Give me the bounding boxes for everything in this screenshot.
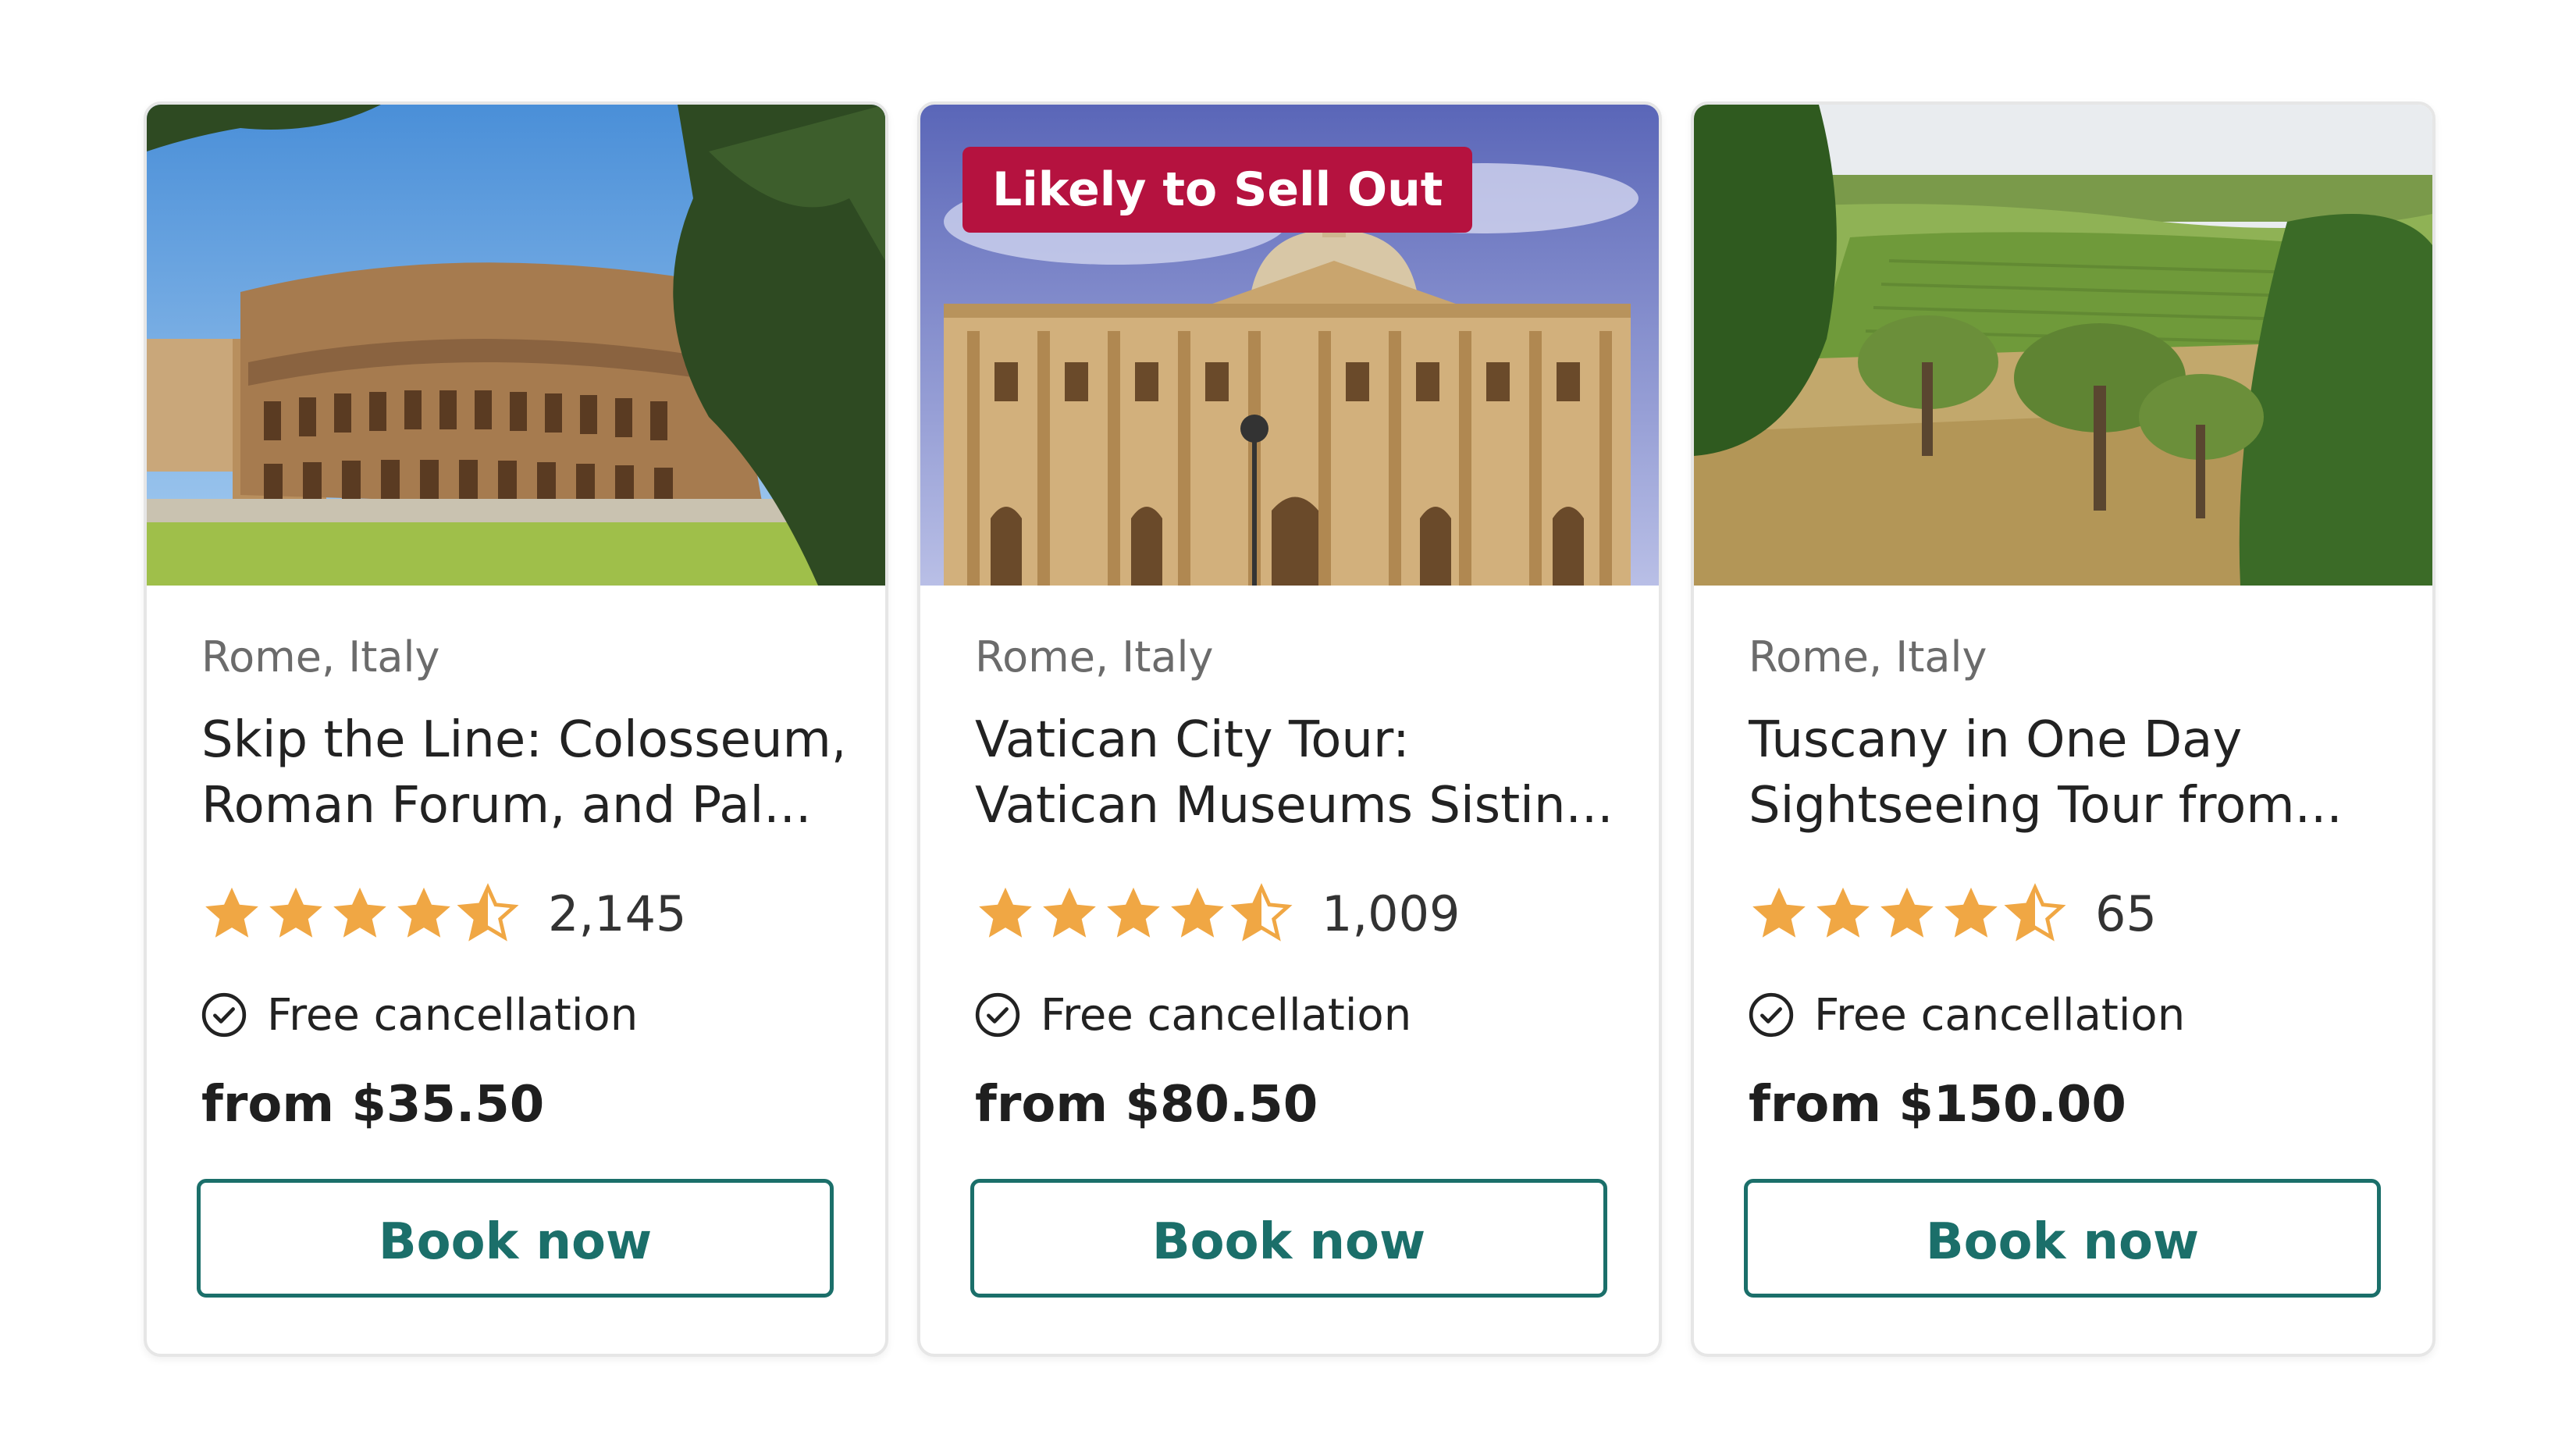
star-full-icon: [1747, 881, 1811, 945]
tour-image-tuscany[interactable]: [1694, 105, 2432, 586]
tour-title[interactable]: Skip the Line: Colosseum, Roman Forum, a…: [201, 707, 841, 838]
tour-title-line1: Vatican City Tour:: [975, 711, 1410, 769]
tour-title-line2: Vatican Museums Sistin...: [975, 777, 1614, 835]
location-label: Rome, Italy: [975, 632, 1214, 682]
book-now-button[interactable]: Book now: [970, 1179, 1607, 1298]
star-half-icon: [2003, 881, 2067, 945]
tour-image-vatican[interactable]: Likely to Sell Out: [920, 105, 1659, 586]
tour-title-line2: Sightseeing Tour from...: [1749, 777, 2343, 835]
star-full-icon: [1875, 881, 1939, 945]
card-body: Rome, Italy Vatican City Tour: Vatican M…: [970, 586, 1614, 1354]
likely-to-sell-out-badge: Likely to Sell Out: [962, 147, 1473, 233]
star-rating: [1747, 881, 2067, 945]
price-label: from $150.00: [1749, 1076, 2126, 1134]
tour-title-line2: Roman Forum, and Pal...: [201, 777, 812, 835]
star-full-icon: [973, 881, 1037, 945]
tour-title-line1: Skip the Line: Colosseum,: [201, 711, 841, 769]
location-label: Rome, Italy: [201, 632, 440, 682]
free-cancellation: Free cancellation: [1747, 984, 2185, 1046]
colosseum-photo: [147, 105, 885, 586]
star-full-icon: [200, 881, 264, 945]
star-full-icon: [1037, 881, 1101, 945]
review-count: 65: [2095, 885, 2157, 942]
review-count: 1,009: [1322, 885, 1461, 942]
location-label: Rome, Italy: [1749, 632, 1987, 682]
check-circle-icon: [1747, 991, 1795, 1039]
rating: 1,009: [973, 878, 1461, 949]
tour-card-list: Rome, Italy Skip the Line: Colosseum, Ro…: [0, 0, 2576, 1449]
card-body: Rome, Italy Skip the Line: Colosseum, Ro…: [197, 586, 841, 1354]
free-cancellation: Free cancellation: [200, 984, 638, 1046]
tour-title-line1: Tuscany in One Day: [1749, 711, 2243, 769]
star-rating: [200, 881, 520, 945]
tour-title[interactable]: Tuscany in One Day Sightseeing Tour from…: [1749, 707, 2389, 838]
book-now-button[interactable]: Book now: [197, 1179, 834, 1298]
rating: 2,145: [200, 878, 687, 949]
cancellation-label: Free cancellation: [1041, 989, 1412, 1041]
star-full-icon: [1101, 881, 1165, 945]
rating: 65: [1747, 878, 2157, 949]
cancellation-label: Free cancellation: [267, 989, 639, 1041]
star-rating: [973, 881, 1293, 945]
star-full-icon: [328, 881, 392, 945]
book-now-button[interactable]: Book now: [1744, 1179, 2381, 1298]
tour-title[interactable]: Vatican City Tour: Vatican Museums Sisti…: [975, 707, 1615, 838]
star-full-icon: [1939, 881, 2003, 945]
star-half-icon: [456, 881, 520, 945]
tour-card-colosseum[interactable]: Rome, Italy Skip the Line: Colosseum, Ro…: [144, 101, 888, 1357]
tuscany-photo: [1694, 105, 2432, 586]
price-label: from $35.50: [201, 1076, 545, 1134]
star-full-icon: [392, 881, 456, 945]
card-body: Rome, Italy Tuscany in One Day Sightseei…: [1744, 586, 2381, 1354]
star-full-icon: [264, 881, 328, 945]
review-count: 2,145: [548, 885, 687, 942]
check-circle-icon: [973, 991, 1022, 1039]
tour-image-colosseum[interactable]: [147, 105, 885, 586]
tour-card-tuscany[interactable]: Rome, Italy Tuscany in One Day Sightseei…: [1691, 101, 2435, 1357]
star-full-icon: [1165, 881, 1229, 945]
check-circle-icon: [200, 991, 248, 1039]
price-label: from $80.50: [975, 1076, 1318, 1134]
free-cancellation: Free cancellation: [973, 984, 1411, 1046]
tour-card-vatican[interactable]: Likely to Sell Out Rome, Italy Vatican C…: [917, 101, 1662, 1357]
cancellation-label: Free cancellation: [1814, 989, 2186, 1041]
star-half-icon: [1229, 881, 1293, 945]
star-full-icon: [1811, 881, 1875, 945]
